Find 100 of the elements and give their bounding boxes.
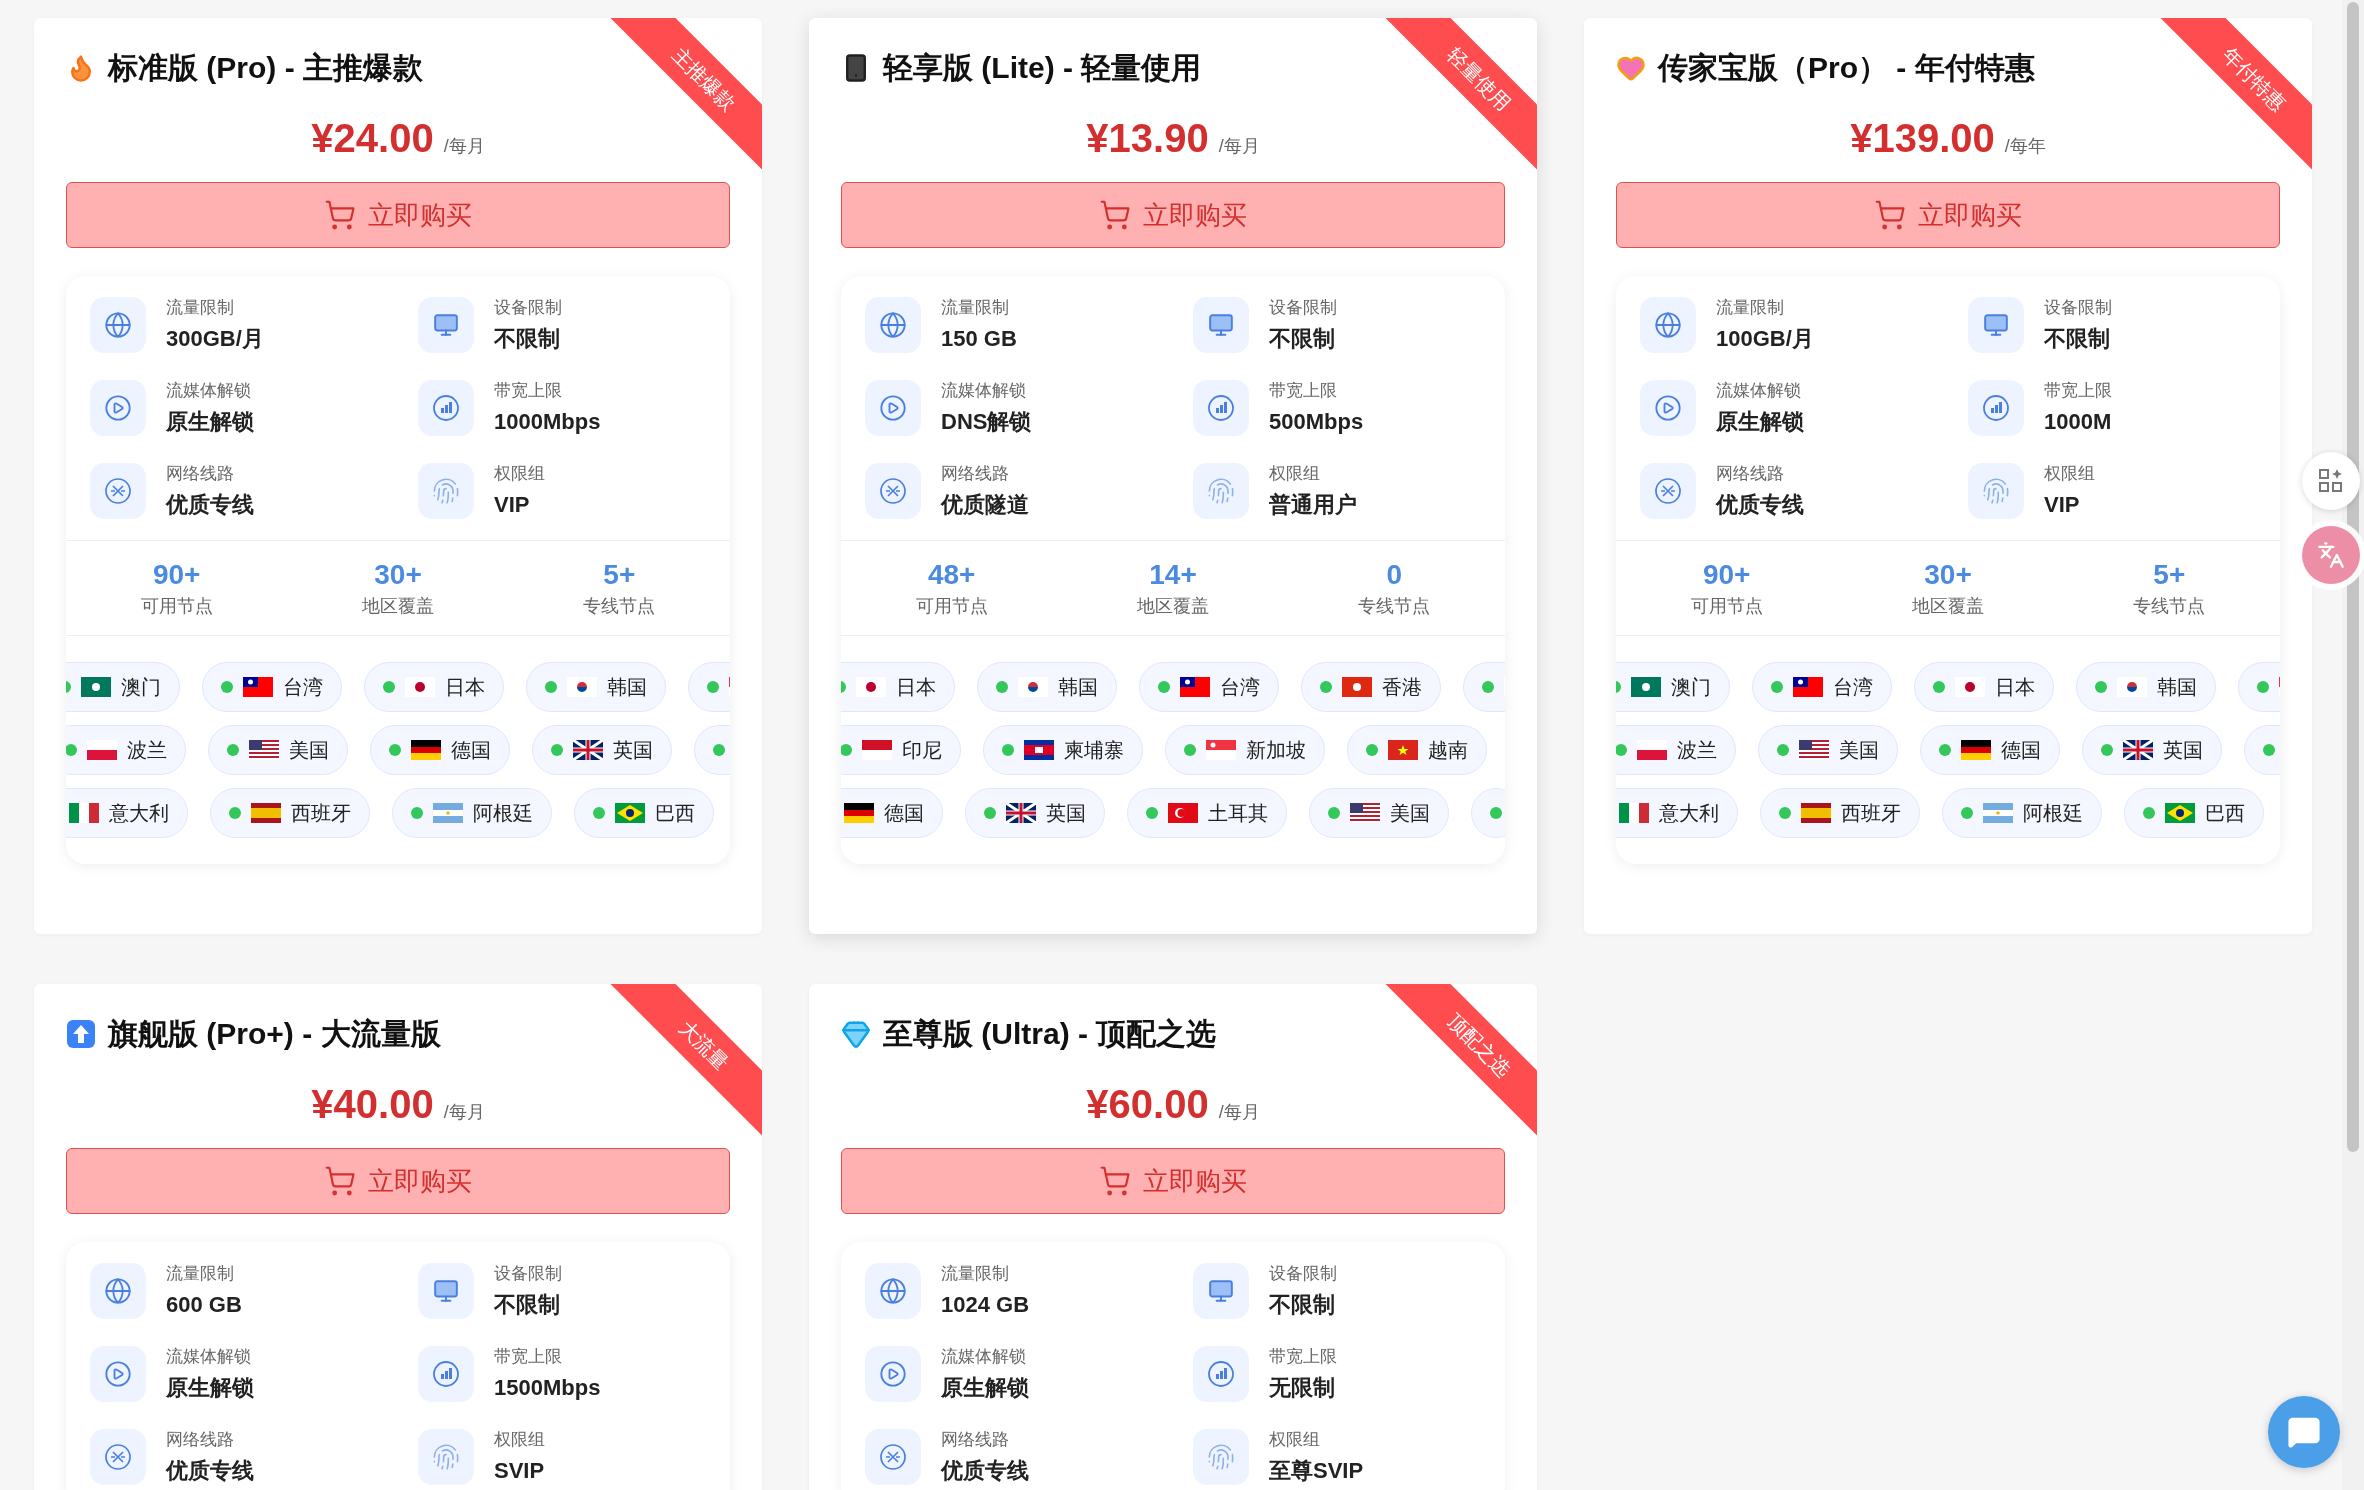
region-chip[interactable]: 阿根廷 bbox=[1942, 788, 2102, 838]
globe-icon bbox=[1654, 311, 1682, 339]
region-chip[interactable]: 波兰 bbox=[66, 725, 186, 775]
region-name: 美国 bbox=[1839, 738, 1879, 763]
region-chip[interactable]: 意大利 bbox=[1616, 788, 1738, 838]
play-icon bbox=[104, 394, 132, 422]
region-name: 阿根廷 bbox=[473, 801, 533, 826]
stat-value: 30+ bbox=[1924, 558, 1972, 592]
region-chip[interactable]: 德国 bbox=[370, 725, 510, 775]
feature-label: 权限组 bbox=[2044, 463, 2095, 485]
region-name: 美国 bbox=[1390, 801, 1430, 826]
region-chip[interactable]: 巴西 bbox=[574, 788, 714, 838]
region-chip[interactable]: 新加坡 bbox=[1165, 725, 1325, 775]
region-chip[interactable]: 澳门 bbox=[1616, 662, 1730, 712]
region-name: 英国 bbox=[2163, 738, 2203, 763]
region-chip[interactable]: 澳门 bbox=[66, 662, 180, 712]
stat-value: 90+ bbox=[152, 558, 201, 592]
stat-label: 地区覆盖 bbox=[1912, 595, 1984, 618]
region-name: 台湾 bbox=[283, 675, 323, 700]
feature-label: 流媒体解锁 bbox=[1716, 380, 1802, 402]
stat-value: 5+ bbox=[603, 558, 636, 592]
feature-label: 流量限制 bbox=[941, 297, 1010, 319]
feature-label: 权限组 bbox=[1269, 463, 1321, 485]
region-chip[interactable]: 美国 bbox=[1758, 725, 1898, 775]
region-chip[interactable]: 台湾 bbox=[1752, 662, 1892, 712]
region-chip[interactable]: 英国 bbox=[532, 725, 672, 775]
region-name: 波兰 bbox=[127, 738, 167, 763]
fingerprint-icon bbox=[432, 477, 460, 505]
feature-value: 原生解锁 bbox=[941, 1374, 1029, 1402]
region-chip[interactable]: 意大利 bbox=[66, 788, 188, 838]
price-period: /每月 bbox=[1218, 1101, 1260, 1124]
crossed-arrows-icon bbox=[104, 1443, 132, 1471]
flag-icon bbox=[433, 803, 463, 823]
feature-value: 原生解锁 bbox=[166, 1374, 254, 1402]
region-chip[interactable]: 巴西 bbox=[2124, 788, 2264, 838]
flag-icon bbox=[856, 677, 886, 697]
feature-label: 流量限制 bbox=[166, 1263, 235, 1285]
region-name: 西班牙 bbox=[1841, 801, 1901, 826]
region-chip[interactable]: 日本 bbox=[364, 662, 504, 712]
region-chip[interactable]: 韩国 bbox=[2076, 662, 2216, 712]
feature-label: 权限组 bbox=[1269, 1429, 1321, 1451]
price-period: /每月 bbox=[443, 135, 485, 158]
fingerprint-icon bbox=[1207, 477, 1235, 505]
region-name: 澳门 bbox=[1671, 675, 1711, 700]
feature-value: 不限制 bbox=[2044, 325, 2111, 353]
region-chip[interactable]: 日本 bbox=[1914, 662, 2054, 712]
flag-icon bbox=[69, 803, 99, 823]
feature-value: 500Mbps bbox=[1269, 408, 1364, 436]
plan-title: 至尊版 (Ultra) - 顶配之选 bbox=[883, 1016, 1217, 1052]
region-chip[interactable]: 日本 bbox=[841, 662, 955, 712]
region-name: 台湾 bbox=[1833, 675, 1873, 700]
region-chip[interactable]: 德国 bbox=[841, 788, 943, 838]
cart-icon bbox=[1099, 1165, 1131, 1197]
region-chip[interactable]: 美国 bbox=[1309, 788, 1449, 838]
flag-icon bbox=[1801, 803, 1831, 823]
region-chip[interactable]: 德国 bbox=[1920, 725, 2060, 775]
play-icon bbox=[104, 1360, 132, 1388]
monitor-icon bbox=[433, 1278, 459, 1304]
region-name: 英国 bbox=[613, 738, 653, 763]
region-chip[interactable]: 波兰 bbox=[1616, 725, 1736, 775]
monitor-icon bbox=[433, 312, 459, 338]
region-chip[interactable]: 英国 bbox=[965, 788, 1105, 838]
flag-icon bbox=[243, 677, 273, 697]
stat-value: 90+ bbox=[1702, 558, 1751, 592]
region-chip[interactable]: 土耳其 bbox=[1127, 788, 1287, 838]
stat-label: 可用节点 bbox=[1690, 595, 1763, 618]
region-chip[interactable]: 西班牙 bbox=[1760, 788, 1920, 838]
region-chip[interactable]: 越南 bbox=[1347, 725, 1487, 775]
stat-value: 14+ bbox=[1149, 558, 1197, 592]
region-name: 西班牙 bbox=[291, 801, 351, 826]
region-chip[interactable]: 台湾 bbox=[1139, 662, 1279, 712]
feature-value: 至尊SVIP bbox=[1269, 1457, 1364, 1485]
region-name: 土耳其 bbox=[1208, 801, 1268, 826]
crossed-arrows-icon bbox=[879, 1443, 907, 1471]
region-name: 澳门 bbox=[121, 675, 161, 700]
grid-sparkle-icon bbox=[2318, 468, 2344, 494]
region-chip[interactable]: 香港 bbox=[1301, 662, 1441, 712]
feature-value: 优质隧道 bbox=[941, 491, 1029, 519]
region-chip[interactable]: 台湾 bbox=[202, 662, 342, 712]
flag-icon bbox=[249, 740, 279, 760]
flag-icon bbox=[615, 803, 645, 823]
region-chip[interactable]: 阿根廷 bbox=[392, 788, 552, 838]
region-chip[interactable]: 韩国 bbox=[526, 662, 666, 712]
region-chip[interactable]: 韩国 bbox=[977, 662, 1117, 712]
crossed-arrows-icon bbox=[1654, 477, 1682, 505]
plan-price: ¥139.00 bbox=[1850, 115, 1995, 162]
chat-button[interactable] bbox=[2268, 1396, 2340, 1468]
region-chip[interactable]: 美国 bbox=[208, 725, 348, 775]
region-chip[interactable]: 印尼 bbox=[841, 725, 961, 775]
region-chip[interactable]: 西班牙 bbox=[210, 788, 370, 838]
region-chip[interactable]: 英国 bbox=[2082, 725, 2222, 775]
region-name: 韩国 bbox=[1058, 675, 1098, 700]
feature-value: VIP bbox=[494, 491, 531, 519]
scrollbar-thumb[interactable] bbox=[2347, 2, 2359, 1152]
feature-label: 网络线路 bbox=[166, 1429, 235, 1451]
region-name: 德国 bbox=[2001, 738, 2041, 763]
region-chip[interactable]: 柬埔寨 bbox=[983, 725, 1143, 775]
flag-icon bbox=[251, 803, 281, 823]
region-name: 印尼 bbox=[902, 738, 942, 763]
region-name: 台湾 bbox=[1220, 675, 1260, 700]
